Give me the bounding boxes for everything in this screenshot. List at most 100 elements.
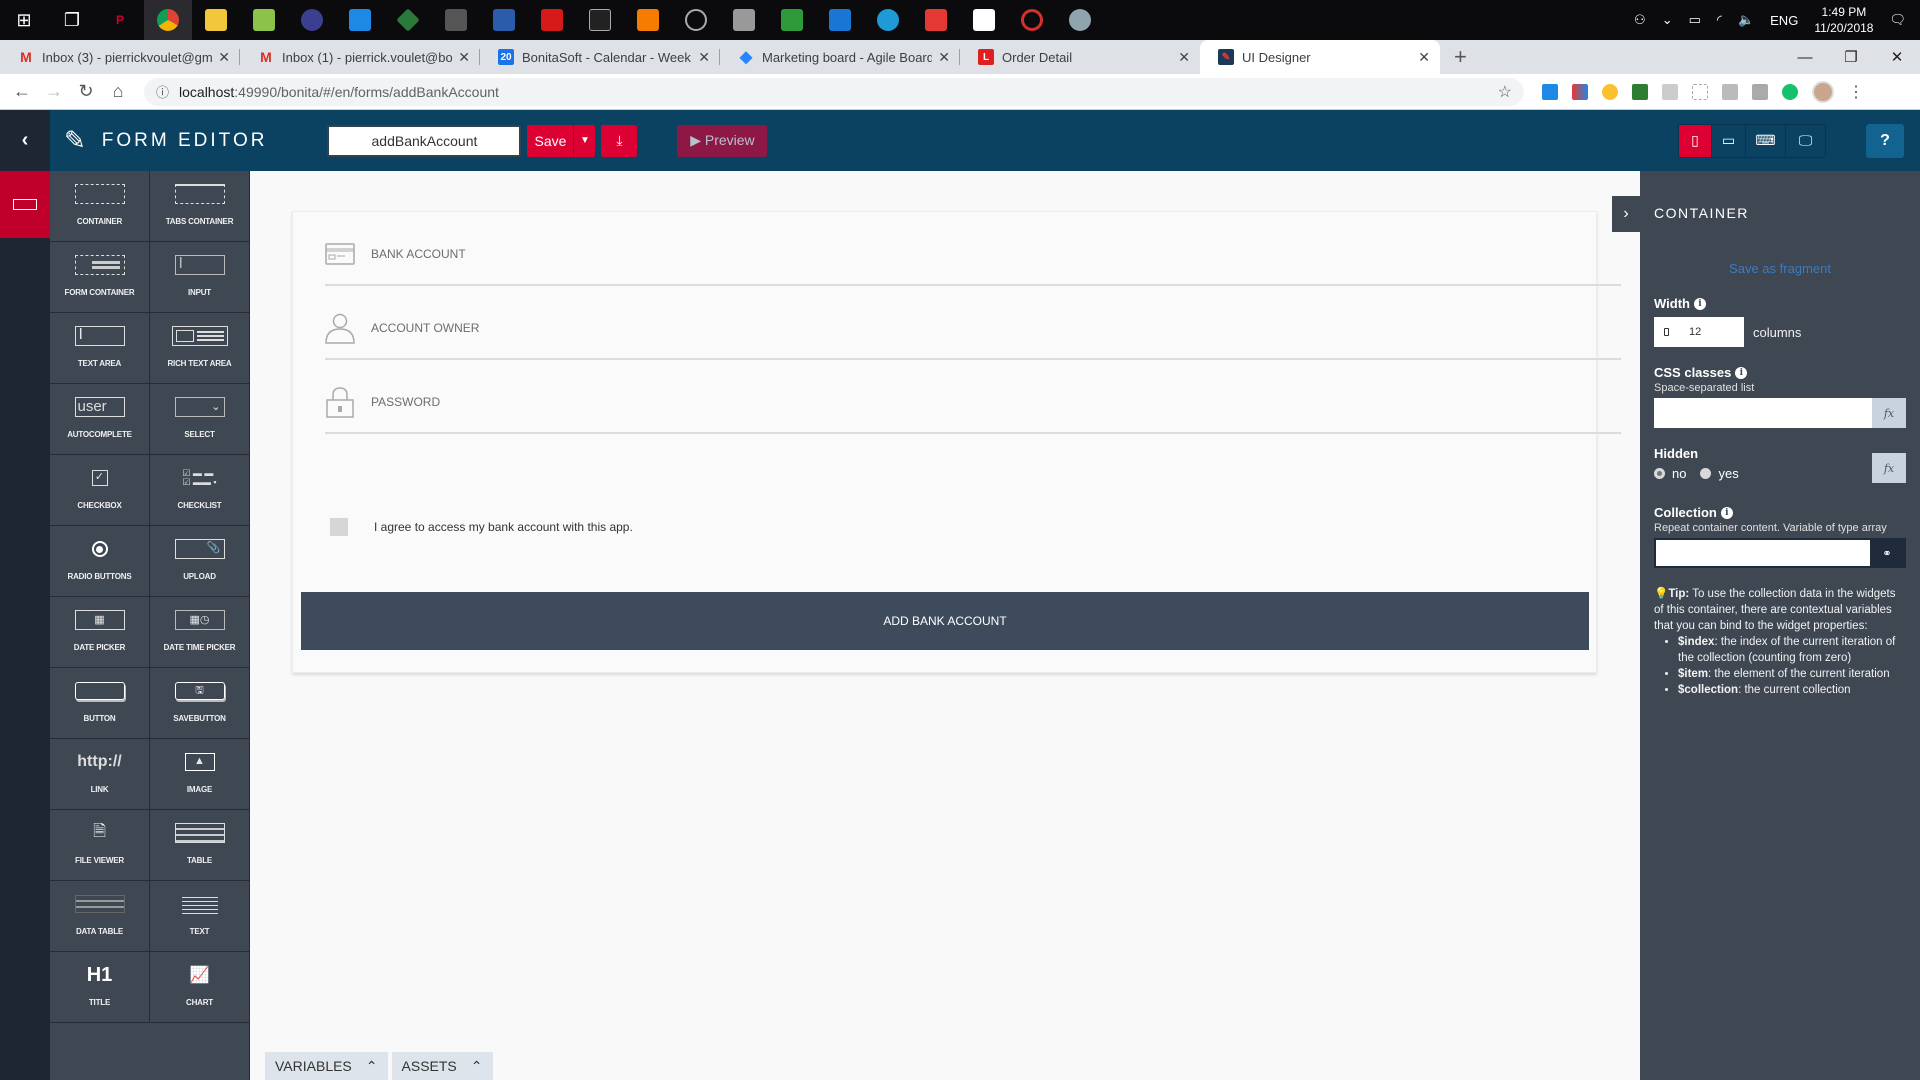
notepad-icon[interactable] <box>240 0 288 40</box>
wifi-icon[interactable]: ◜ <box>1717 12 1722 28</box>
hidden-no-option[interactable]: no <box>1654 466 1686 481</box>
close-tab-icon[interactable]: ✕ <box>698 49 710 66</box>
hidden-yes-option[interactable]: yes <box>1700 466 1739 481</box>
palette-item-data-table[interactable]: DATA TABLE <box>50 881 150 952</box>
palette-item-radio-buttons[interactable]: RADIO BUTTONS <box>50 526 150 597</box>
whatsapp-icon[interactable] <box>336 0 384 40</box>
minimize-icon[interactable]: — <box>1782 40 1828 74</box>
forward-icon[interactable]: → <box>38 81 70 102</box>
close-tab-icon[interactable]: ✕ <box>1178 49 1190 66</box>
obs-icon[interactable] <box>672 0 720 40</box>
palette-item-container[interactable]: CONTAINER <box>50 171 150 242</box>
git-icon[interactable] <box>384 0 432 40</box>
palette-item-upload[interactable]: 📎 UPLOAD <box>150 526 250 597</box>
info-icon[interactable]: ⓘ <box>156 82 169 101</box>
assets-tab[interactable]: ASSETS ⌃ <box>391 1052 493 1080</box>
css-classes-input[interactable] <box>1654 398 1872 428</box>
close-tab-icon[interactable]: ✕ <box>218 49 230 66</box>
fx-button[interactable]: fx <box>1872 398 1906 428</box>
volume-icon[interactable]: 🔈 <box>1738 12 1754 28</box>
bookmark-star-icon[interactable]: ☆ <box>1498 82 1512 102</box>
form-container[interactable]: BANK ACCOUNT ACCOUNT OWNER PASSWORD I ag… <box>292 211 1621 673</box>
save-dropdown-caret[interactable]: ▼ <box>573 124 596 157</box>
grammarly-icon[interactable] <box>1782 83 1798 100</box>
palette-item-file-viewer[interactable]: 🗎 FILE VIEWER <box>50 810 150 881</box>
profile-avatar[interactable] <box>1812 80 1834 103</box>
app-p-icon[interactable]: P <box>96 0 144 40</box>
browser-tab[interactable]: ◆ Marketing board - Agile Board - J ✕ <box>720 40 960 74</box>
widgets-palette-toggle[interactable] <box>0 171 50 238</box>
password-input[interactable]: PASSWORD <box>325 372 1621 434</box>
palette-item-form-container[interactable]: FORM CONTAINER <box>50 242 150 313</box>
windows-start-icon[interactable]: ⊞ <box>0 0 48 40</box>
palette-item-chart[interactable]: 📈 CHART <box>150 952 250 1023</box>
palette-item-link[interactable]: http:// LINK <box>50 739 150 810</box>
palette-item-title[interactable]: H1 TITLE <box>50 952 150 1023</box>
palette-item-input[interactable]: I INPUT <box>150 242 250 313</box>
add-bank-account-button[interactable]: ADD BANK ACCOUNT <box>301 592 1589 650</box>
form-name-input[interactable]: addBankAccount <box>327 124 522 157</box>
browser-tab[interactable]: M Inbox (3) - pierrickvoulet@gmail.com ✕ <box>0 40 240 74</box>
palette-item-autocomplete[interactable]: user AUTOCOMPLETE <box>50 384 150 455</box>
terminal-icon[interactable] <box>576 0 624 40</box>
preview-button[interactable]: ▶ Preview <box>677 124 768 157</box>
extension-icon[interactable] <box>1542 83 1558 100</box>
browser-tab-active[interactable]: ✎ UI Designer ✕ <box>1200 40 1440 74</box>
agree-checkbox-row[interactable]: I agree to access my bank account with t… <box>330 518 633 536</box>
palette-item-button[interactable]: BUTTON <box>50 668 150 739</box>
bank-account-input[interactable]: BANK ACCOUNT <box>325 224 1621 286</box>
palette-item-checklist[interactable]: ☑ ▬ ▬ ☑ ▬▬ ▪ CHECKLIST <box>150 455 250 526</box>
palette-item-date-time-picker[interactable]: ▦◷ DATE TIME PICKER <box>150 597 250 668</box>
uipath-icon[interactable] <box>816 0 864 40</box>
driver-icon[interactable] <box>720 0 768 40</box>
language-indicator[interactable]: ENG <box>1770 13 1798 28</box>
account-owner-input[interactable]: ACCOUNT OWNER <box>325 298 1621 360</box>
collection-input[interactable] <box>1656 540 1870 566</box>
extension-icon[interactable] <box>1572 83 1588 100</box>
bonita-icon[interactable] <box>1008 0 1056 40</box>
device-tablet-button[interactable]: ▭ <box>1711 124 1745 157</box>
pdf-extension-icon[interactable] <box>1662 83 1678 100</box>
restore-icon[interactable]: ❐ <box>1828 40 1874 74</box>
close-tab-icon[interactable]: ✕ <box>938 49 950 66</box>
fx-button[interactable]: fx <box>1872 453 1906 483</box>
radio-no[interactable] <box>1654 467 1665 479</box>
variables-tab[interactable]: VARIABLES ⌃ <box>265 1052 388 1080</box>
close-window-icon[interactable]: ✕ <box>1874 40 1920 74</box>
editor-canvas[interactable]: BANK ACCOUNT ACCOUNT OWNER PASSWORD I ag… <box>251 171 1639 1080</box>
link-variable-icon[interactable]: ⚭ <box>1870 540 1904 566</box>
close-tab-icon[interactable]: ✕ <box>458 49 470 66</box>
battery-icon[interactable]: ▭ <box>1689 12 1701 28</box>
skype-icon[interactable] <box>864 0 912 40</box>
chrome-menu-icon[interactable]: ⋮ <box>1848 82 1864 102</box>
camtasia-icon[interactable] <box>768 0 816 40</box>
home-icon[interactable]: ⌂ <box>102 81 134 102</box>
palette-item-select[interactable]: ⌄ SELECT <box>150 384 250 455</box>
device-desktop-button[interactable]: 🖵 <box>1785 124 1825 157</box>
palette-item-image[interactable]: ▲ IMAGE <box>150 739 250 810</box>
chrome-icon[interactable] <box>144 0 192 40</box>
radio-yes[interactable] <box>1700 467 1712 479</box>
palette-item-rich-text-area[interactable]: RICH TEXT AREA <box>150 313 250 384</box>
typora-icon[interactable] <box>960 0 1008 40</box>
notifications-icon[interactable]: 🗨 <box>1889 12 1906 28</box>
save-button[interactable]: Save <box>527 124 574 157</box>
file-transfer-icon[interactable] <box>624 0 672 40</box>
browser-tab[interactable]: M Inbox (1) - pierrick.voulet@bonitasoft… <box>240 40 480 74</box>
info-icon[interactable]: i <box>1693 297 1706 310</box>
save-as-fragment-link[interactable]: Save as fragment <box>1654 261 1906 276</box>
uipath-extension-icon[interactable] <box>1752 83 1768 100</box>
snipping-icon[interactable] <box>432 0 480 40</box>
device-phone-button[interactable]: ▯ <box>1679 124 1711 157</box>
powershell-icon[interactable] <box>480 0 528 40</box>
palette-item-text-area[interactable]: I TEXT AREA <box>50 313 150 384</box>
palette-item-text[interactable]: TEXT <box>150 881 250 952</box>
eclipse-icon[interactable] <box>288 0 336 40</box>
people-icon[interactable]: ⚇ <box>1634 12 1646 28</box>
palette-item-date-picker[interactable]: ▦ DATE PICKER <box>50 597 150 668</box>
new-tab-button[interactable]: + <box>1440 40 1481 74</box>
help-button[interactable]: ? <box>1866 123 1904 158</box>
info-icon[interactable]: i <box>1735 366 1748 379</box>
export-button[interactable]: ⤓ <box>601 124 638 157</box>
info-icon[interactable]: i <box>1720 506 1733 519</box>
